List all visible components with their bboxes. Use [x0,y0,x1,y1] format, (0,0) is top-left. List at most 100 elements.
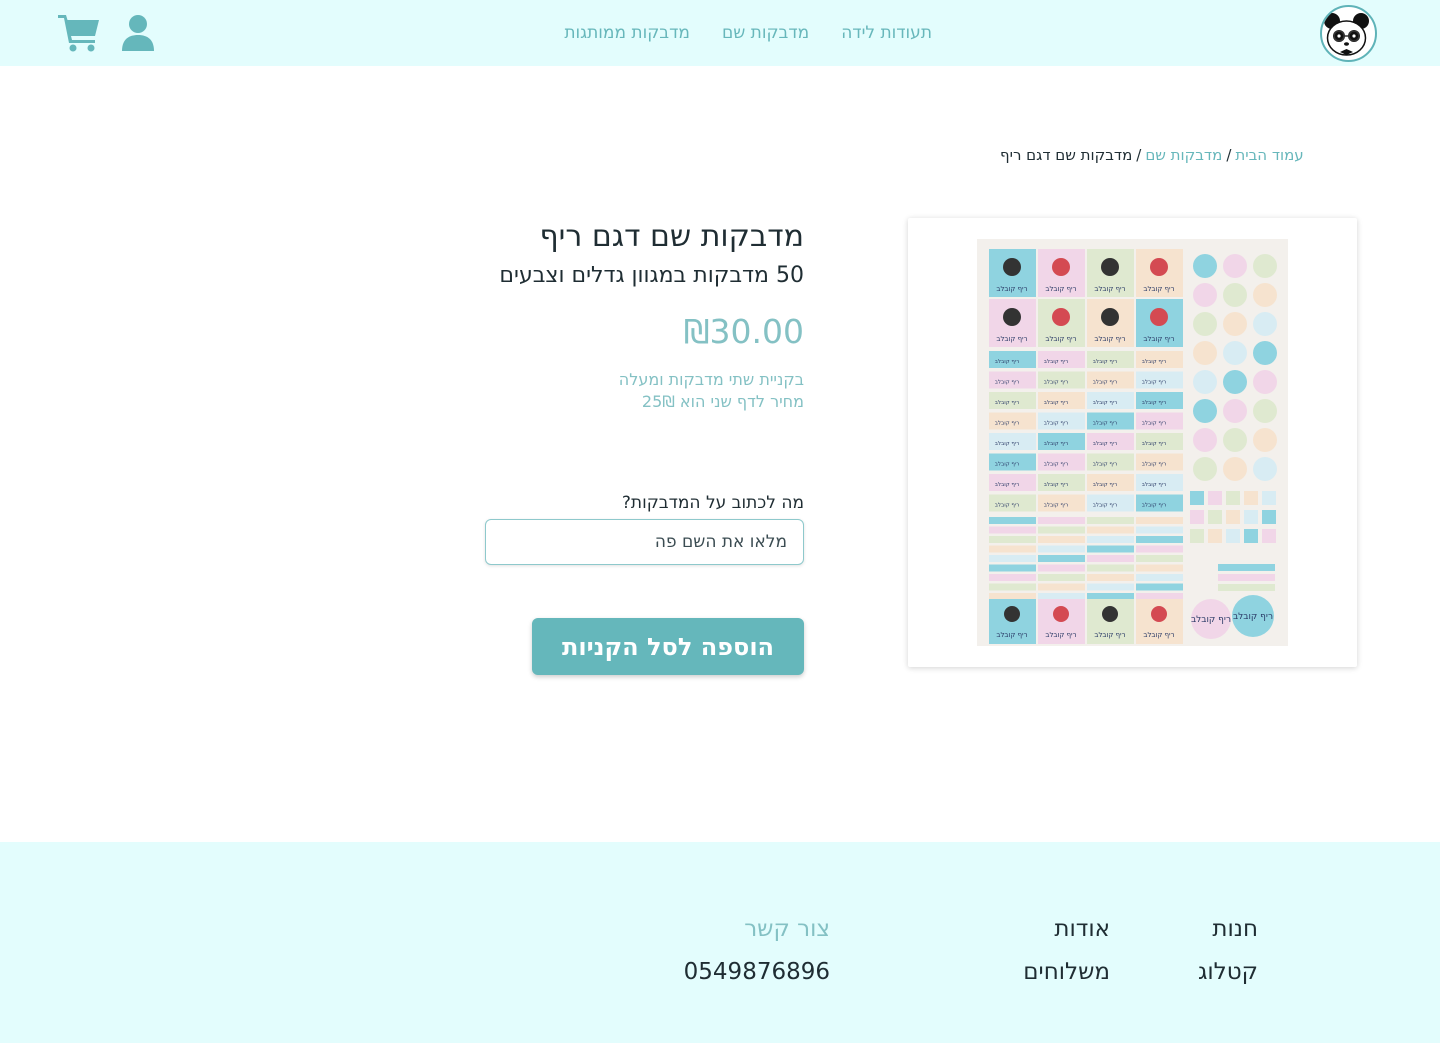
breadcrumb: עמוד הבית/מדבקות שם/מדבקות שם דגם ריף [1000,146,1342,164]
sticker [989,593,1036,600]
sticker-text: ריף קובלב [1191,615,1231,625]
sticker-text: ריף קובלב [1094,631,1125,639]
sticker-round [1102,606,1118,622]
sticker [1038,545,1085,553]
sticker [1208,529,1222,543]
nav-branded-stickers[interactable]: מדבקות ממותגות [564,20,690,46]
sticker [1038,526,1085,534]
sticker-round [1253,399,1277,423]
product-price: ₪30.00 [683,312,804,351]
sticker-round [1193,370,1217,394]
sticker-text: ריף קובלב [1044,461,1069,468]
sticker-round [1150,258,1168,276]
sticker [1087,517,1134,524]
sticker [1038,555,1085,562]
sticker [1190,491,1204,505]
sticker-text-label: מה לכתוב על המדבקות? [621,493,804,513]
sticker-round [1193,312,1217,336]
sticker-text: ריף קובלב [1093,379,1118,386]
sticker-text: ריף קובלב [996,335,1027,343]
add-to-cart-button[interactable]: הוספה לסל הקניות [532,618,804,675]
sticker [1244,491,1258,505]
sticker [989,517,1036,524]
nav-birth-certificates[interactable]: תעודות לידה [841,20,932,46]
sticker [1038,583,1085,591]
footer-phone-link[interactable]: 0549876896 [684,951,830,994]
sticker [1087,583,1134,591]
breadcrumb-separator: / [1226,146,1232,164]
sticker [1218,574,1275,581]
sticker [1208,491,1222,505]
sticker-text: ריף קובלב [995,481,1020,488]
sticker-round [1223,254,1247,278]
sticker-round [1253,428,1277,452]
sticker-round [1193,254,1217,278]
footer-link-catalog[interactable]: קטלוג [1198,951,1258,994]
product-image-card[interactable]: ריף קובלב ריף קובלב ריף קובלב ריף קובלב ריף … [908,218,1357,667]
breadcrumb-home[interactable]: עמוד הבית [1235,146,1303,164]
cart-icon[interactable] [58,14,100,52]
breadcrumb-category[interactable]: מדבקות שם [1145,146,1222,164]
sticker-text: ריף קובלב [1093,399,1118,406]
sticker-round [1223,457,1247,481]
product-title: מדבקות שם דגם ריף [539,219,804,254]
sticker-round [1101,308,1119,326]
sticker [1087,574,1134,581]
sticker-text: ריף קובלב [1142,481,1167,488]
sticker [1087,545,1134,553]
footer-link-shop[interactable]: חנות [1198,908,1258,951]
sticker-text: ריף קובלב [1142,379,1167,386]
discount-note-line-2: מחיר לדף שני הוא 25₪ [641,392,804,411]
sticker-text: ריף קובלב [1093,358,1118,365]
sticker-text: ריף קובלב [1044,502,1069,509]
sticker-text: ריף קובלב [1044,481,1069,488]
nav-name-stickers[interactable]: מדבקות שם [722,20,809,46]
sticker-text: ריף קובלב [995,502,1020,509]
sticker [1087,593,1134,600]
product-info: מדבקות שם דגם ריף 50 מדבקות במגוון גדלים… [464,218,804,413]
sticker [1136,564,1183,572]
sticker-text: ריף קובלב [1044,420,1069,427]
sticker [1136,545,1183,553]
sticker-text: ריף קובלב [1142,399,1167,406]
sticker-round [1003,308,1021,326]
panda-logo[interactable] [1320,5,1377,62]
sticker-round [1253,341,1277,365]
sticker [1136,517,1183,524]
sticker-round [1223,428,1247,452]
sticker-name-input[interactable] [485,519,804,565]
sticker [1038,574,1085,581]
sticker [1087,526,1134,534]
sticker-text: ריף קובלב [1094,285,1125,293]
sticker-round [1193,283,1217,307]
footer-contact-heading: צור קשר [744,916,830,942]
sticker-text: ריף קובלב [995,420,1020,427]
user-icon[interactable] [121,14,155,52]
sticker [1262,491,1276,505]
sticker-text: ריף קובלב [1233,612,1273,622]
sticker [1226,491,1240,505]
site-footer: חנות קטלוג אודות משלוחים צור קשר 0549876… [0,842,1440,1043]
sticker [1190,529,1204,543]
sticker-text: ריף קובלב [1044,440,1069,447]
sticker-round [1004,606,1020,622]
sticker [1136,555,1183,562]
footer-link-about[interactable]: אודות [1023,908,1110,951]
sticker-text: ריף קובלב [995,379,1020,386]
sticker-round [1193,428,1217,452]
sticker [1038,564,1085,572]
sticker-text: ריף קובלב [1143,631,1174,639]
sticker-text: ריף קובלב [1093,420,1118,427]
sticker [1087,564,1134,572]
sticker [989,583,1036,591]
sticker [989,555,1036,562]
sticker-text: ריף קובלב [1142,461,1167,468]
footer-link-shipping[interactable]: משלוחים [1023,951,1110,994]
sticker-text: ריף קובלב [1142,440,1167,447]
sticker [1136,536,1183,543]
sticker-text: ריף קובלב [995,358,1020,365]
sticker [1262,529,1276,543]
sticker-round [1151,606,1167,622]
sticker [1226,529,1240,543]
sticker [1136,593,1183,600]
